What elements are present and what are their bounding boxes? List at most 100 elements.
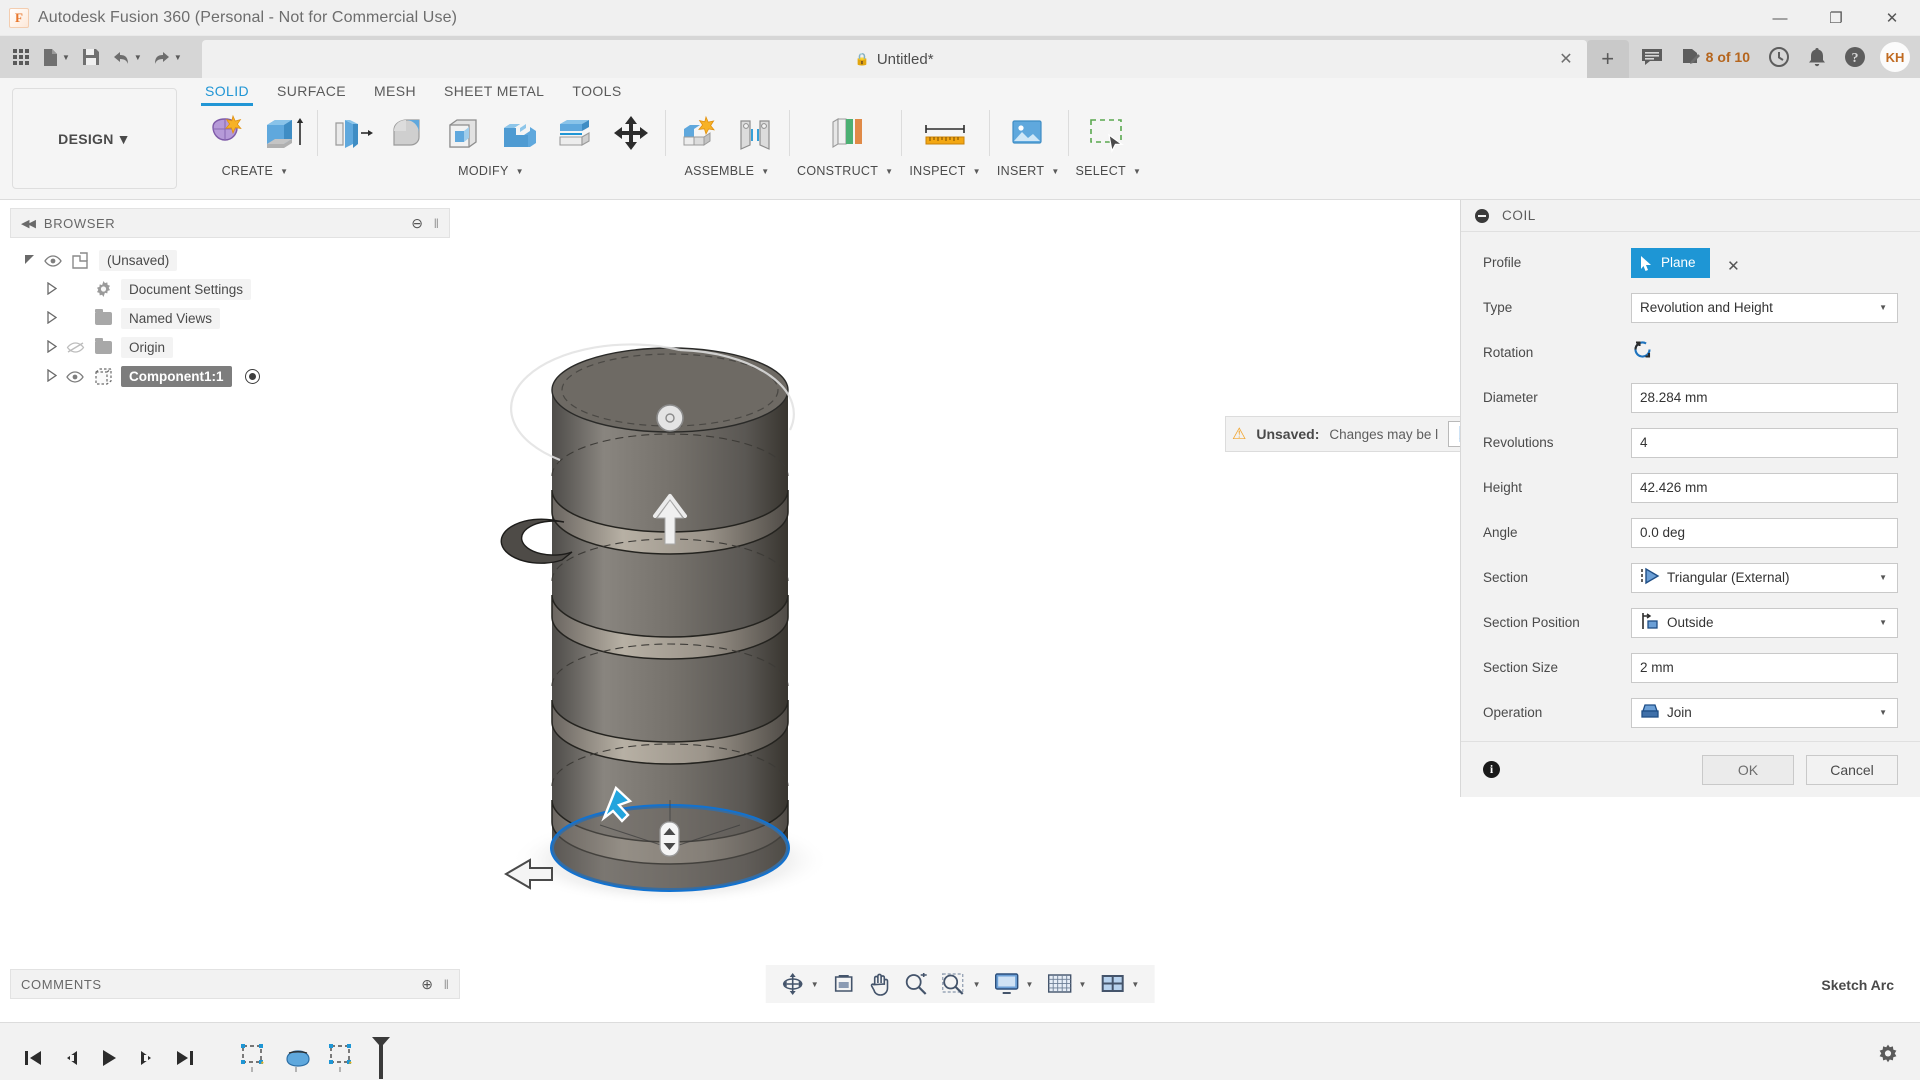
tab-tools[interactable]: TOOLS <box>558 78 635 104</box>
twisty-closed-icon[interactable] <box>44 339 58 356</box>
revolve-feature-icon[interactable] <box>276 1037 320 1079</box>
tab-surface[interactable]: SURFACE <box>263 78 360 104</box>
redo-icon[interactable]: ▼ <box>148 40 186 74</box>
viewports-icon[interactable]: ▼ <box>1094 969 1144 999</box>
clear-selection-icon[interactable]: ✕ <box>1727 258 1740 275</box>
jobs-status-button[interactable]: 8 of 10 <box>1673 40 1758 74</box>
twisty-closed-icon[interactable] <box>44 281 58 298</box>
tab-sheet-metal[interactable]: SHEET METAL <box>430 78 558 104</box>
offset-face-icon[interactable] <box>549 107 601 161</box>
type-select[interactable]: Revolution and Height ▼ <box>1631 292 1898 323</box>
shell-icon[interactable] <box>437 107 489 161</box>
new-file-icon[interactable]: ▼ <box>38 40 74 74</box>
pan-hand-icon[interactable] <box>864 969 896 999</box>
cancel-button[interactable]: Cancel <box>1806 754 1898 785</box>
rotation-direction-icon[interactable] <box>1631 341 1654 366</box>
panel-modify-label[interactable]: MODIFY ▼ <box>458 162 524 178</box>
fillet-icon[interactable] <box>381 107 433 161</box>
avatar[interactable]: KH <box>1880 42 1910 72</box>
select-plane-button[interactable]: Plane <box>1631 247 1710 278</box>
create-sketch-icon[interactable] <box>201 107 253 161</box>
tab-mesh[interactable]: MESH <box>360 78 430 104</box>
save-icon[interactable] <box>76 40 106 74</box>
help-icon[interactable]: ? <box>1836 40 1874 74</box>
sketch-feature-2-icon[interactable] <box>320 1037 364 1079</box>
minimize-browser-icon[interactable]: ⊖ <box>411 215 423 232</box>
tab-solid[interactable]: SOLID <box>191 78 263 106</box>
workspace-switcher[interactable]: DESIGN ▼ <box>12 88 177 189</box>
operation-select[interactable]: Join ▼ <box>1631 697 1898 728</box>
comments-resize-grip[interactable]: ‖ <box>444 977 449 992</box>
joint-icon[interactable] <box>729 107 781 161</box>
display-settings-icon[interactable]: ▼ <box>989 969 1039 999</box>
section-position-select[interactable]: Outside ▼ <box>1631 607 1898 638</box>
comment-icon[interactable] <box>1633 40 1671 74</box>
revolutions-input[interactable]: 4 <box>1631 427 1898 458</box>
info-icon[interactable]: i <box>1483 761 1500 778</box>
undo-icon[interactable]: ▼ <box>108 40 146 74</box>
diameter-input[interactable]: 28.284 mm <box>1631 382 1898 413</box>
step-back-icon[interactable] <box>52 1037 90 1079</box>
browser-resize-grip[interactable]: ‖ <box>434 216 439 231</box>
collapse-icon[interactable] <box>1475 208 1489 223</box>
sketch-feature-icon[interactable] <box>232 1037 276 1079</box>
height-input[interactable]: 42.426 mm <box>1631 472 1898 503</box>
offset-plane-icon[interactable] <box>819 107 871 161</box>
visibility-hidden-icon[interactable] <box>65 341 85 354</box>
section-size-input[interactable]: 2 mm <box>1631 652 1898 683</box>
bell-icon[interactable] <box>1800 40 1834 74</box>
coil-3d-model[interactable] <box>460 200 1460 964</box>
minimize-window-button[interactable]: — <box>1752 0 1808 36</box>
panel-insert-label[interactable]: INSERT ▼ <box>997 162 1060 178</box>
clock-icon[interactable] <box>1760 40 1798 74</box>
panel-create-label[interactable]: CREATE ▼ <box>222 162 289 178</box>
panel-construct-label[interactable]: CONSTRUCT ▼ <box>797 162 893 178</box>
close-tab-button[interactable]: ✕ <box>1559 49 1572 69</box>
timeline-settings-gear-icon[interactable] <box>1876 1043 1900 1073</box>
ok-button[interactable]: OK <box>1702 754 1794 785</box>
panel-select-label[interactable]: SELECT ▼ <box>1076 162 1142 178</box>
document-tab[interactable]: 🔒 Untitled* ✕ <box>201 40 1587 78</box>
press-pull-icon[interactable] <box>325 107 377 161</box>
panel-assemble-label[interactable]: ASSEMBLE ▼ <box>684 162 769 178</box>
viewport-canvas[interactable]: 28.284 ⚠ Unsaved: Changes may be l 28.28… <box>460 200 1920 964</box>
collapse-browser-icon[interactable]: ◀◀ <box>21 217 36 230</box>
panel-inspect-label[interactable]: INSPECT ▼ <box>909 162 981 178</box>
tree-node-origin[interactable]: Origin <box>22 333 460 362</box>
step-forward-icon[interactable] <box>128 1037 166 1079</box>
zoom-window-icon[interactable]: ▼ <box>936 969 986 999</box>
section-select[interactable]: Triangular (External) ▼ <box>1631 562 1898 593</box>
grid-snaps-icon[interactable]: ▼ <box>1041 969 1091 999</box>
timeline-marker-handle[interactable] <box>364 1036 398 1079</box>
look-at-icon[interactable] <box>827 969 861 999</box>
combine-icon[interactable] <box>493 107 545 161</box>
visibility-eye-icon[interactable] <box>43 254 63 267</box>
insert-image-icon[interactable] <box>1002 107 1054 161</box>
twisty-closed-icon[interactable] <box>44 310 58 327</box>
twisty-open-icon[interactable] <box>22 253 36 269</box>
close-window-button[interactable]: ✕ <box>1864 0 1920 36</box>
tree-node-component1[interactable]: Component1:1 <box>22 362 460 391</box>
angle-input[interactable]: 0.0 deg <box>1631 517 1898 548</box>
twisty-closed-icon[interactable] <box>44 368 58 385</box>
orbit-icon[interactable]: ▼ <box>776 969 824 999</box>
maximize-window-button[interactable]: ❐ <box>1808 0 1864 36</box>
measure-icon[interactable] <box>919 107 971 161</box>
comments-panel[interactable]: COMMENTS ⊕ ‖ <box>10 969 460 999</box>
play-icon[interactable] <box>90 1037 128 1079</box>
add-comment-icon[interactable]: ⊕ <box>421 976 433 993</box>
tree-node-document-settings[interactable]: Document Settings <box>22 275 460 304</box>
go-to-end-icon[interactable] <box>166 1037 204 1079</box>
zoom-icon[interactable] <box>899 969 933 999</box>
new-tab-button[interactable]: + <box>1586 40 1629 78</box>
visibility-eye-icon[interactable] <box>65 370 85 383</box>
tree-node-named-views[interactable]: Named Views <box>22 304 460 333</box>
activate-component-radio[interactable] <box>244 369 260 384</box>
tree-node-unsaved[interactable]: (Unsaved) <box>22 246 460 275</box>
select-icon[interactable] <box>1082 107 1134 161</box>
new-component-icon[interactable] <box>673 107 725 161</box>
app-grid-icon[interactable] <box>6 40 36 74</box>
go-to-beginning-icon[interactable] <box>14 1037 52 1079</box>
move-copy-icon[interactable] <box>605 107 657 161</box>
extrude-icon[interactable] <box>257 107 309 161</box>
